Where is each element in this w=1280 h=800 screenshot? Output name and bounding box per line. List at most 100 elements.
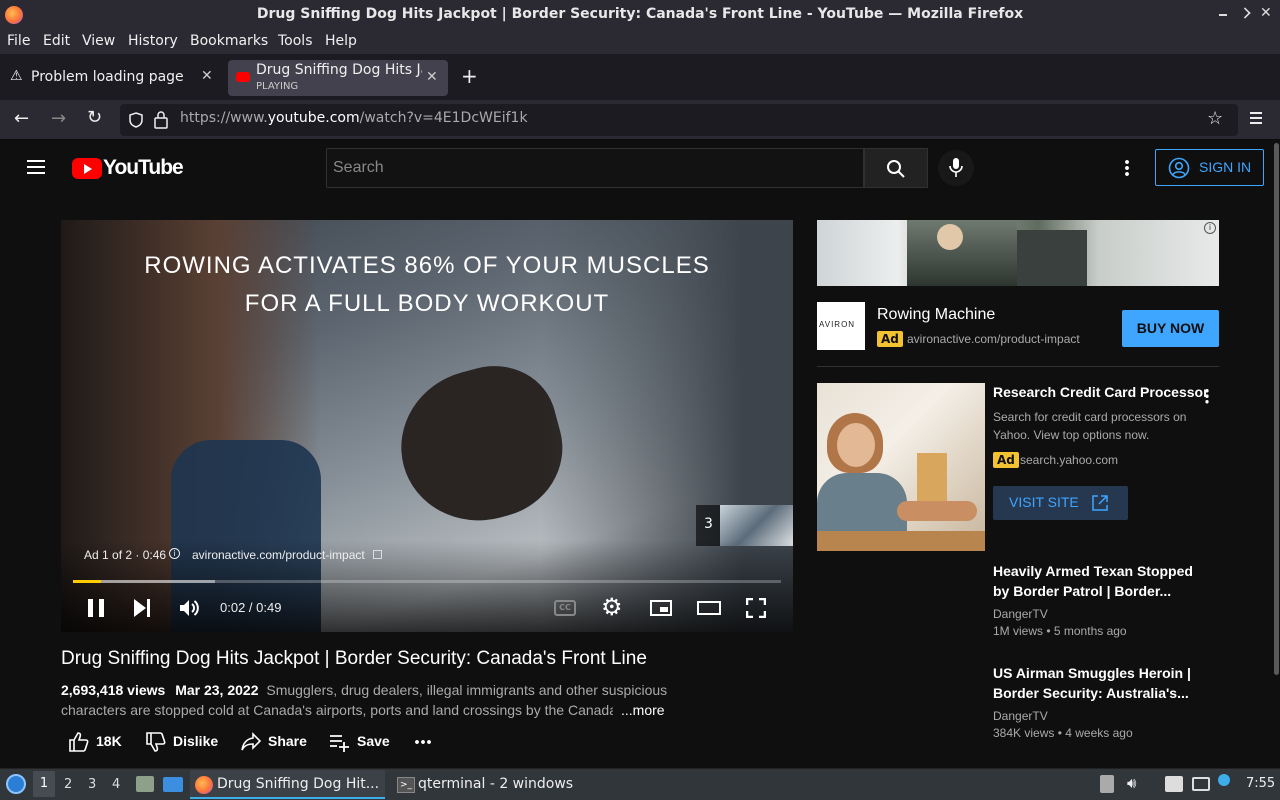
app-menu-icon[interactable]: [1250, 112, 1262, 124]
description-line1: Smugglers, drug dealers, illegal immigra…: [266, 682, 668, 698]
related-title: Heavily Armed Texan Stopped by Border Pa…: [993, 563, 1193, 599]
menu-history[interactable]: History: [128, 33, 178, 49]
dislike-label: Dislike: [173, 733, 219, 749]
related-video[interactable]: US Airman Smuggles Heroin | Border Secur…: [817, 663, 1219, 757]
taskbar-app-label: Drug Sniffing Dog Hit...: [217, 776, 380, 792]
ad-banner-image[interactable]: i: [817, 220, 1219, 286]
share-button[interactable]: Share: [240, 729, 312, 755]
close-window-icon[interactable]: ✕: [1260, 5, 1272, 21]
buy-now-button[interactable]: BUY NOW: [1122, 310, 1219, 347]
ad1-domain: avironactive.com/product-impact: [907, 332, 1080, 346]
tab-playing-label: PLAYING: [256, 81, 299, 92]
miniplayer-icon[interactable]: [650, 600, 672, 616]
fullscreen-icon[interactable]: [746, 598, 766, 618]
reload-icon[interactable]: ↻: [87, 107, 102, 128]
thumbs-down-icon: [146, 732, 166, 752]
sign-in-button[interactable]: SIGN IN: [1155, 149, 1264, 186]
workspace-2[interactable]: 2: [64, 777, 72, 792]
taskbar-app-firefox[interactable]: Drug Sniffing Dog Hit...: [190, 770, 385, 799]
menu-file[interactable]: File: [7, 33, 30, 49]
related-video[interactable]: Heavily Armed Texan Stopped by Border Pa…: [817, 561, 1219, 655]
menu-view[interactable]: View: [82, 33, 115, 49]
menu-bookmarks[interactable]: Bookmarks: [190, 33, 268, 49]
minimize-icon[interactable]: [1219, 14, 1227, 16]
forward-icon[interactable]: →: [51, 108, 66, 129]
tab-label: Problem loading page: [31, 69, 184, 85]
related-channel: DangerTV: [993, 607, 1048, 621]
save-button[interactable]: Save: [328, 729, 394, 755]
clipboard-icon[interactable]: [1100, 775, 1114, 793]
ad-info-circle-icon[interactable]: i: [1204, 222, 1216, 234]
more-options-icon[interactable]: [1125, 159, 1129, 177]
network-tray-icon[interactable]: [1192, 777, 1210, 791]
url-field[interactable]: https://www.youtube.com/watch?v=4E1DcWEi…: [120, 104, 1238, 136]
tab-close-icon[interactable]: ✕: [201, 68, 213, 84]
tab-problem-loading[interactable]: ⚠ Problem loading page ✕: [4, 60, 222, 96]
aviron-logo: AVIRON: [817, 302, 865, 350]
menu-help[interactable]: Help: [325, 33, 357, 49]
view-count: 2,693,418 views: [61, 682, 166, 698]
menu-edit[interactable]: Edit: [43, 33, 70, 49]
warning-icon: ⚠: [10, 68, 23, 84]
tab-label: Drug Sniffing Dog Hits Ja: [256, 62, 422, 78]
taskbar: 1 2 3 4 Drug Sniffing Dog Hit... >_ qter…: [0, 768, 1280, 800]
tab-youtube-active[interactable]: Drug Sniffing Dog Hits Ja PLAYING ✕: [228, 60, 448, 96]
progress-bar[interactable]: [73, 580, 781, 583]
lock-icon[interactable]: [154, 111, 168, 129]
page-scrollbar[interactable]: [1273, 141, 1280, 768]
share-label: Share: [268, 733, 307, 749]
related-meta: 384K views • 4 weeks ago: [993, 726, 1133, 740]
ad2-domain: search.yahoo.com: [1020, 453, 1119, 467]
workspace-3[interactable]: 3: [88, 777, 96, 792]
ad1-title[interactable]: Rowing Machine: [877, 306, 995, 324]
menu-bar: File Edit View History Bookmarks Tools H…: [0, 30, 1280, 54]
shield-icon[interactable]: [128, 112, 144, 128]
divider: [817, 366, 1219, 367]
ad2-thumbnail[interactable]: [817, 383, 985, 551]
url-domain: youtube.com: [267, 110, 360, 126]
theater-mode-icon[interactable]: [697, 601, 721, 615]
video-player[interactable]: ROWING ACTIVATES 86% OF YOUR MUSCLES FOR…: [61, 220, 793, 632]
visit-site-button[interactable]: VISIT SITE: [993, 486, 1128, 520]
scrollbar-thumb[interactable]: [1274, 143, 1279, 675]
taskbar-app-terminal[interactable]: >_ qterminal - 2 windows: [393, 770, 583, 799]
microphone-icon: [949, 158, 963, 177]
workspace-1[interactable]: 1: [33, 771, 55, 797]
workspace-4[interactable]: 4: [112, 777, 120, 792]
search-button[interactable]: [864, 148, 928, 188]
file-manager-icon[interactable]: [136, 776, 154, 792]
like-button[interactable]: 18K: [68, 729, 128, 755]
volume-icon[interactable]: [178, 597, 200, 619]
ad-link[interactable]: avironactive.com/product-impact: [192, 548, 365, 562]
dislike-button[interactable]: Dislike: [145, 729, 225, 755]
bookmark-star-icon[interactable]: ☆: [1207, 108, 1223, 129]
hamburger-menu-icon[interactable]: [27, 160, 45, 174]
ad-info: Ad 1 of 2 · 0:46: [84, 548, 167, 562]
ad-info-icon[interactable]: i: [169, 548, 180, 559]
search-input[interactable]: Search: [326, 148, 864, 188]
settings-gear-icon[interactable]: ⚙: [601, 593, 623, 621]
time-display: 0:02 / 0:49: [220, 600, 282, 615]
progress-played: [73, 580, 102, 583]
ad2-more-icon[interactable]: [1205, 388, 1209, 404]
new-tab-icon[interactable]: +: [461, 64, 478, 88]
window-title: Drug Sniffing Dog Hits Jackpot | Border …: [256, 6, 1024, 22]
volume-tray-icon[interactable]: 🔊︎: [1127, 774, 1136, 792]
captions-icon[interactable]: CC: [554, 600, 576, 616]
video-description[interactable]: 2,693,418 views Mar 23, 2022 Smugglers, …: [61, 680, 671, 700]
voice-search-button[interactable]: [938, 150, 974, 186]
start-menu-icon[interactable]: [6, 774, 26, 794]
next-button[interactable]: [134, 599, 152, 617]
notification-tray-icon[interactable]: [1218, 774, 1230, 786]
back-icon[interactable]: ←: [14, 108, 29, 129]
more-actions-icon[interactable]: [414, 740, 432, 744]
pause-button[interactable]: [88, 599, 104, 617]
menu-tools[interactable]: Tools: [278, 33, 313, 49]
files-tray-icon[interactable]: [1165, 776, 1183, 792]
ad2-title[interactable]: Research Credit Card Processor: [993, 384, 1209, 400]
show-more-link[interactable]: ...more: [621, 700, 665, 720]
youtube-page: YouTube Search SIGN IN ROWING ACTIVATES …: [0, 141, 1280, 768]
show-desktop-icon[interactable]: [163, 777, 183, 792]
tab-close-icon[interactable]: ✕: [426, 69, 438, 85]
youtube-favicon-icon: [236, 72, 250, 82]
